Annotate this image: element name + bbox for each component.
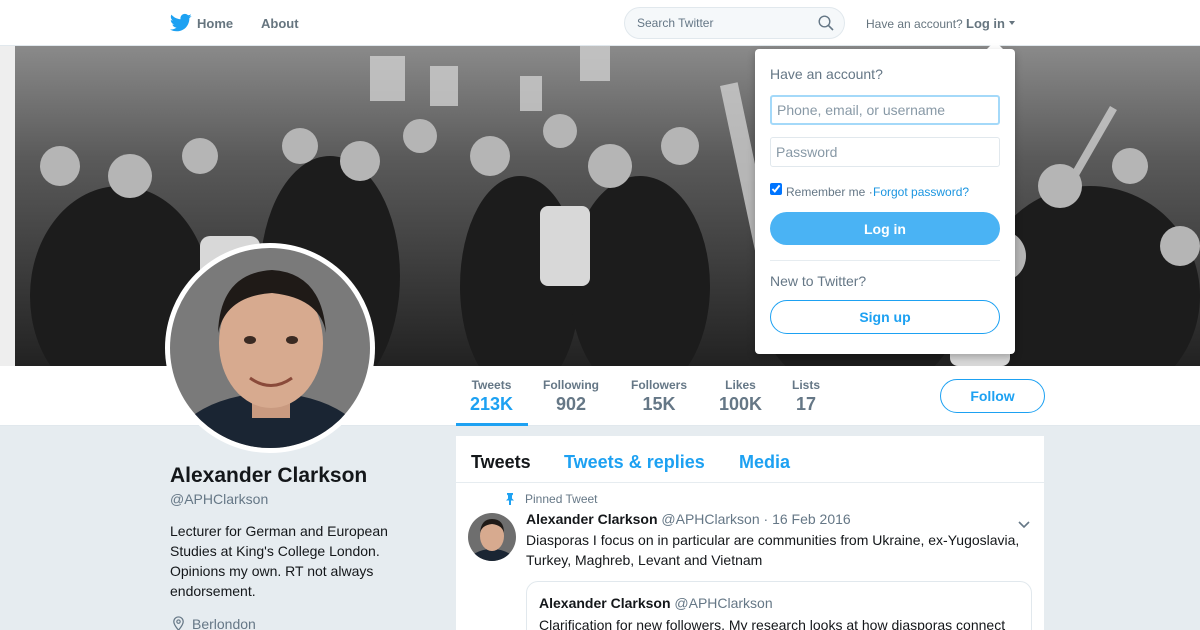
tab-tweets[interactable]: Tweets — [471, 452, 531, 473]
stat-label: Followers — [631, 378, 688, 392]
timeline-tabs: Tweets Tweets & replies Media — [456, 436, 1044, 483]
tweet-author-name[interactable]: Alexander Clarkson — [526, 511, 658, 527]
search-box — [624, 7, 845, 39]
active-tab-indicator — [456, 423, 528, 426]
search-icon[interactable] — [818, 15, 834, 31]
profile-avatar[interactable] — [165, 243, 375, 453]
dropdown-arrow — [987, 41, 1003, 49]
new-to-twitter-text: New to Twitter? — [770, 273, 867, 289]
forgot-password-link[interactable]: Forgot password? — [873, 185, 969, 199]
remember-me-label: Remember me · — [786, 185, 873, 199]
tweet-text: Diasporas I focus on in particular are c… — [526, 532, 1020, 568]
nav-home-link[interactable]: Home — [197, 16, 233, 31]
stat-value: 100K — [719, 394, 763, 414]
profile-location: Berlondon — [192, 616, 256, 630]
separator: · — [865, 185, 873, 199]
quoted-tweet-text: Clarification for new followers. My rese… — [539, 617, 1006, 630]
nav-about-link[interactable]: About — [261, 16, 299, 31]
remember-me-checkbox[interactable] — [770, 183, 782, 195]
tab-media[interactable]: Media — [739, 452, 790, 473]
login-dropdown: Have an account? Remember me · Forgot pa… — [755, 49, 1015, 354]
remember-me-text: Remember me — [786, 185, 866, 199]
stat-label: Tweets — [471, 378, 512, 392]
login-title: Have an account? — [770, 66, 883, 82]
stat-likes[interactable]: Likes 100K — [719, 378, 762, 415]
tweet-header: Alexander Clarkson @APHClarkson · 16 Feb… — [526, 511, 851, 527]
stat-label: Lists — [792, 378, 821, 392]
have-account-text: Have an account? — [866, 17, 963, 31]
tweet-avatar[interactable] — [468, 513, 516, 561]
stat-lists[interactable]: Lists 17 — [792, 378, 820, 415]
quoted-author-name: Alexander Clarkson — [539, 595, 671, 611]
signup-button[interactable]: Sign up — [770, 300, 1000, 334]
pin-icon — [504, 492, 516, 505]
chevron-down-icon[interactable] — [1018, 516, 1030, 529]
top-navigation: Home About Have an account? Log in — [0, 0, 1200, 46]
chevron-down-icon[interactable] — [1009, 21, 1015, 25]
quoted-tweet[interactable]: Alexander Clarkson @APHClarkson Clarific… — [526, 581, 1032, 630]
pinned-label: Pinned Tweet — [525, 492, 598, 506]
password-field[interactable] — [770, 137, 1000, 167]
profile-name[interactable]: Alexander Clarkson — [170, 464, 367, 488]
search-input[interactable] — [637, 8, 807, 38]
stat-value: 17 — [795, 394, 817, 414]
quoted-author-handle: @APHClarkson — [674, 595, 773, 611]
stat-following[interactable]: Following 902 — [543, 378, 599, 415]
follow-button[interactable]: Follow — [940, 379, 1045, 413]
tab-tweets-replies[interactable]: Tweets & replies — [564, 452, 705, 473]
twitter-bird-icon[interactable] — [169, 13, 192, 33]
location-pin-icon — [171, 616, 186, 630]
tweet-meta[interactable]: @APHClarkson · 16 Feb 2016 — [661, 511, 850, 527]
stat-followers[interactable]: Followers 15K — [631, 378, 687, 415]
login-button[interactable]: Log in — [770, 212, 1000, 245]
profile-bio: Lecturer for German and European Studies… — [170, 523, 388, 599]
stat-tweets[interactable]: Tweets 213K — [470, 378, 513, 415]
quoted-tweet-header: Alexander Clarkson @APHClarkson — [539, 595, 773, 611]
stat-label: Likes — [725, 378, 756, 392]
login-link[interactable]: Log in — [966, 16, 1005, 31]
stat-label: Following — [543, 378, 599, 392]
divider — [770, 260, 1000, 261]
timeline: Tweets Tweets & replies Media Pinned Twe… — [456, 436, 1044, 630]
stat-value: 902 — [555, 394, 587, 414]
profile-handle[interactable]: @APHClarkson — [170, 491, 268, 507]
stat-value: 213K — [470, 394, 514, 414]
username-field[interactable] — [770, 95, 1000, 125]
stat-value: 15K — [642, 394, 676, 414]
